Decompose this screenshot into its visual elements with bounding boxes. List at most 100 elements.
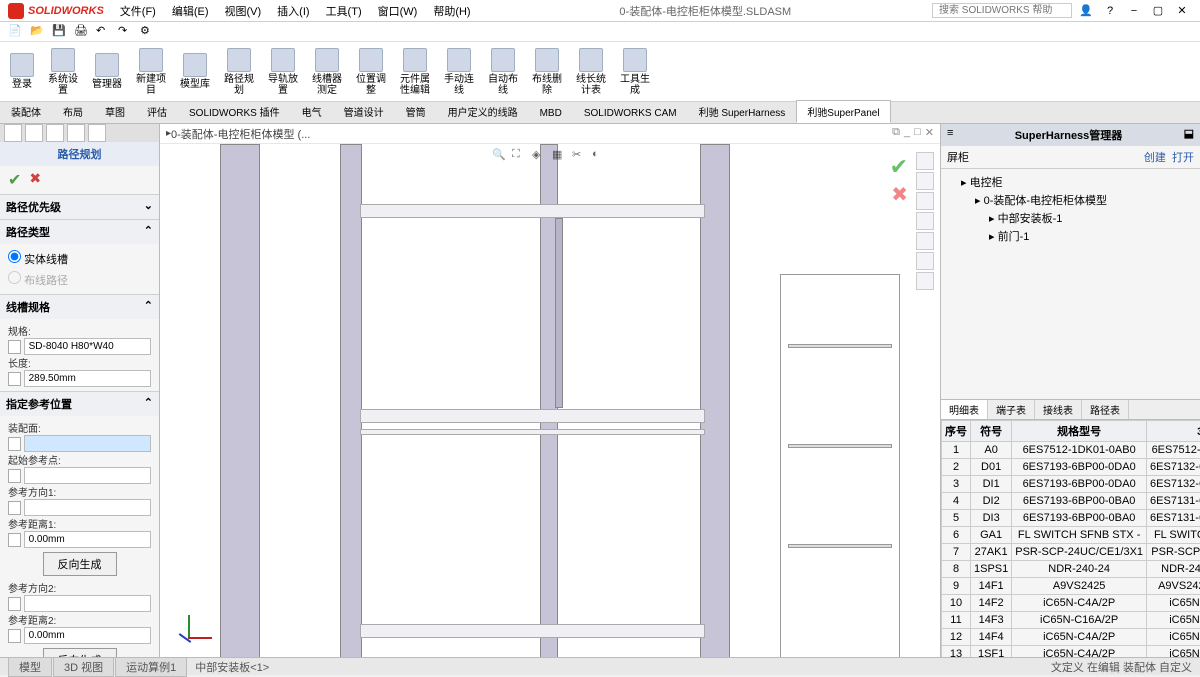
command-tab[interactable]: 用户定义的线路 xyxy=(437,100,529,123)
table-row[interactable]: 6GA1FL SWITCH SFNB STX -FL SWITCH SFNB S… xyxy=(942,527,1200,544)
table-row[interactable]: 131SF1iC65N-C4A/2PiC65N 2P.SLDPRT xyxy=(942,646,1200,658)
dist1-input[interactable] xyxy=(24,531,151,548)
user-icon[interactable]: 👤 xyxy=(1076,4,1096,17)
ribbon-button[interactable]: 系统设置 xyxy=(42,46,84,98)
close-button[interactable]: ✕ xyxy=(1172,4,1192,17)
rp-detail-table[interactable]: 序号符号规格型号3D模型1A06ES7512-1DK01-0AB06ES7512… xyxy=(941,420,1200,657)
command-tab[interactable]: 电气 xyxy=(291,100,333,123)
help-icon[interactable]: ? xyxy=(1100,5,1120,17)
rp-tree[interactable]: ▸ 电控柜▸ 0-装配体-电控柜柜体模型▸ 中部安装板-1▸ 前门-1 xyxy=(941,169,1200,399)
command-tab[interactable]: 管道设计 xyxy=(333,100,395,123)
pm-spec-header[interactable]: 线槽规格⌃ xyxy=(0,295,159,319)
command-tab[interactable]: 利驰SuperPanel xyxy=(796,100,890,123)
ribbon-button[interactable]: 位置调整 xyxy=(350,46,392,98)
vp-close-icon[interactable]: ✕ xyxy=(925,126,934,139)
rp-menu-icon[interactable]: ≡ xyxy=(947,127,953,143)
zoom-area-icon[interactable]: ⛶ xyxy=(512,148,528,164)
table-row[interactable]: 1014F2iC65N-C4A/2PiC65N 2P.SLDPRT xyxy=(942,595,1200,612)
dist2-input[interactable] xyxy=(24,627,151,644)
table-row[interactable]: 1114F3iC65N-C16A/2PiC65N 2P.SLDPRT xyxy=(942,612,1200,629)
minimize-button[interactable]: − xyxy=(1124,5,1144,17)
startpt-input[interactable] xyxy=(24,467,151,484)
ribbon-button[interactable]: 导轨放置 xyxy=(262,46,304,98)
ribbon-button[interactable]: 路径规划 xyxy=(218,46,260,98)
section-icon[interactable]: ✂ xyxy=(572,148,588,164)
radio-solid-slot[interactable]: 实体线槽 xyxy=(8,248,151,269)
breadcrumb[interactable]: ▸ 0-装配体-电控柜柜体模型 (... xyxy=(160,124,940,144)
vp-max-icon[interactable]: □ xyxy=(914,126,921,139)
display-style-icon[interactable]: ▦ xyxy=(552,148,568,164)
table-row[interactable]: 3DI16ES7193-6BP00-0DA06ES7132-6BH01-0BA0… xyxy=(942,476,1200,493)
view-orient-icon[interactable]: ◈ xyxy=(532,148,548,164)
qa-open-icon[interactable]: 📂 xyxy=(30,24,46,40)
rp-pin-icon[interactable]: ⬓ xyxy=(1184,127,1194,143)
dir2-input[interactable] xyxy=(24,595,151,612)
status-tab[interactable]: 运动算例1 xyxy=(115,657,187,677)
table-row[interactable]: 1A06ES7512-1DK01-0AB06ES7512-1DK01-0AB0 … xyxy=(942,442,1200,459)
rp-tab[interactable]: 端子表 xyxy=(988,400,1035,419)
table-row[interactable]: 727AK1PSR-SCP-24UC/CE1/3X1PSR-SCP-24UC C… xyxy=(942,544,1200,561)
assembly-input[interactable] xyxy=(24,435,151,452)
tree-node[interactable]: ▸ 电控柜 xyxy=(947,173,1194,191)
menu-item[interactable]: 插入(I) xyxy=(269,3,317,19)
ribbon-button[interactable]: 模型库 xyxy=(174,51,216,92)
pm-ok-button[interactable]: ✔ xyxy=(8,170,21,190)
pm-priority-header[interactable]: 路径优先级⌄ xyxy=(0,195,159,219)
table-row[interactable]: 2D016ES7193-6BP00-0DA06ES7132-6BH01-0BA0… xyxy=(942,459,1200,476)
reverse1-button[interactable]: 反向生成 xyxy=(43,552,117,576)
orientation-triad[interactable] xyxy=(170,607,210,647)
pm-type-header[interactable]: 路径类型⌃ xyxy=(0,220,159,244)
command-tab[interactable]: 草图 xyxy=(94,100,136,123)
table-row[interactable]: 4DI26ES7193-6BP00-0BA06ES7131-6BH01-0BA0… xyxy=(942,493,1200,510)
maximize-button[interactable]: ▢ xyxy=(1148,4,1168,17)
command-tab[interactable]: 管筒 xyxy=(395,100,437,123)
pm-tool-config[interactable] xyxy=(25,124,43,142)
menu-item[interactable]: 窗口(W) xyxy=(370,3,426,19)
ribbon-button[interactable]: 线槽器测定 xyxy=(306,46,348,98)
ribbon-button[interactable]: 管理器 xyxy=(86,51,128,92)
ribbon-button[interactable]: 新建项目 xyxy=(130,46,172,98)
rp-open-link[interactable]: 打开 xyxy=(1172,152,1194,164)
tree-node[interactable]: ▸ 0-装配体-电控柜柜体模型 xyxy=(947,191,1194,209)
table-row[interactable]: 5DI36ES7193-6BP00-0BA06ES7131-6BH01-0BA0… xyxy=(942,510,1200,527)
pm-tool-dim[interactable] xyxy=(67,124,85,142)
command-tab[interactable]: SOLIDWORKS CAM xyxy=(573,104,688,123)
rp-create-link[interactable]: 创建 xyxy=(1144,152,1166,164)
ribbon-button[interactable]: 自动布线 xyxy=(482,46,524,98)
command-tab[interactable]: 布局 xyxy=(52,100,94,123)
help-search-input[interactable] xyxy=(932,3,1072,18)
menu-item[interactable]: 帮助(H) xyxy=(425,3,478,19)
tree-node[interactable]: ▸ 中部安装板-1 xyxy=(947,209,1194,227)
vp-min-icon[interactable]: _ xyxy=(904,126,910,139)
qa-save-icon[interactable]: 💾 xyxy=(52,24,68,40)
menu-item[interactable]: 编辑(E) xyxy=(164,3,217,19)
ribbon-button[interactable]: 工具生成 xyxy=(614,46,656,98)
qa-print-icon[interactable]: 🖨 xyxy=(74,24,90,40)
qa-settings-icon[interactable]: ⚙ xyxy=(140,24,156,40)
vp-restore-icon[interactable]: ⧉ xyxy=(892,126,900,139)
ribbon-button[interactable]: 布线删除 xyxy=(526,46,568,98)
qa-undo-icon[interactable]: ↶ xyxy=(96,24,112,40)
model-canvas[interactable] xyxy=(160,144,940,657)
menu-item[interactable]: 视图(V) xyxy=(217,3,270,19)
pm-tool-misc[interactable] xyxy=(88,124,106,142)
ribbon-button[interactable]: 登录 xyxy=(4,51,40,92)
qa-new-icon[interactable]: 📄 xyxy=(8,24,24,40)
pm-tool-display[interactable] xyxy=(46,124,64,142)
command-tab[interactable]: 评估 xyxy=(136,100,178,123)
tree-node[interactable]: ▸ 前门-1 xyxy=(947,227,1194,245)
table-row[interactable]: 81SPS1NDR-240-24NDR-240-24.SLDPRT xyxy=(942,561,1200,578)
table-row[interactable]: 914F1A9VS2425A9VS2425 VigiIC65-4P xyxy=(942,578,1200,595)
pm-refpos-header[interactable]: 指定参考位置⌃ xyxy=(0,392,159,416)
command-tab[interactable]: 装配体 xyxy=(0,100,52,123)
scene-icon[interactable]: ◐ xyxy=(592,148,608,164)
length-input[interactable] xyxy=(24,370,151,387)
rp-tab[interactable]: 路径表 xyxy=(1082,400,1129,419)
status-tab[interactable]: 3D 视图 xyxy=(53,657,114,677)
pm-cancel-button[interactable]: ✖ xyxy=(29,170,41,190)
spec-input[interactable] xyxy=(24,338,151,355)
pm-tool-feature[interactable] xyxy=(4,124,22,142)
rp-tab[interactable]: 明细表 xyxy=(941,400,988,419)
ribbon-button[interactable]: 手动连线 xyxy=(438,46,480,98)
dir1-input[interactable] xyxy=(24,499,151,516)
